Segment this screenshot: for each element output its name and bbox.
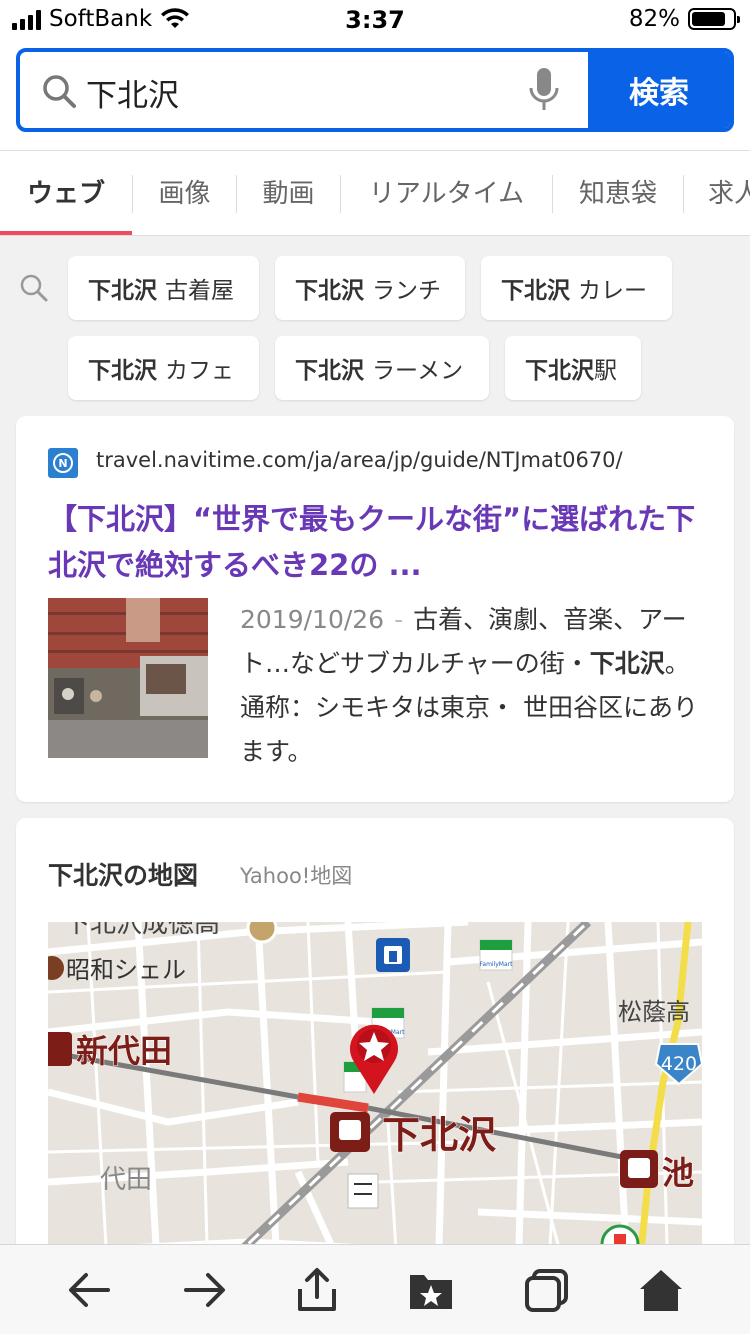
map-label-daita: 代田 xyxy=(100,1165,152,1195)
date-separator: - xyxy=(394,605,404,634)
svg-text:N: N xyxy=(58,457,67,470)
lawson-icon xyxy=(376,938,410,972)
map-source[interactable]: Yahoo!地図 xyxy=(240,860,352,890)
chip-keyword: 下北沢 xyxy=(88,358,157,384)
snippet-keyword: 下北沢 xyxy=(589,649,665,678)
map-label-school: 下北沢成徳高 xyxy=(64,922,220,939)
map-label-shimokitazawa: 下北沢 xyxy=(382,1113,496,1157)
active-tab-indicator xyxy=(0,231,132,235)
familymart-icon: FamilyMart xyxy=(479,939,514,971)
forward-icon[interactable] xyxy=(180,1265,230,1315)
map-label-shell: 昭和シェル xyxy=(66,956,186,984)
chip-keyword: 下北沢 xyxy=(501,278,570,304)
search-button[interactable]: 検索 xyxy=(588,52,730,128)
chip-text: ランチ xyxy=(372,278,441,304)
result-title-link[interactable]: 【下北沢】“世界で最もクールな街”に選ばれた下北沢で絶対するべき22の ... xyxy=(48,496,718,588)
tab-video[interactable]: 動画 xyxy=(237,151,340,235)
map-label-ike: 池 xyxy=(662,1154,694,1192)
navitime-favicon: N xyxy=(48,448,78,478)
suggestion-chip[interactable]: 下北沢 カフェ xyxy=(68,336,259,400)
map-label-route: 420 xyxy=(661,1053,697,1075)
suggestion-chip[interactable]: 下北沢 ランチ xyxy=(275,256,465,320)
tab-jobs[interactable]: 求人 xyxy=(684,151,750,235)
home-icon[interactable] xyxy=(636,1265,686,1315)
search-box: 下北沢 検索 xyxy=(16,48,734,132)
tabs-icon[interactable] xyxy=(522,1265,572,1315)
search-tabs: ウェブ 画像 動画 リアルタイム 知恵袋 求人 xyxy=(0,150,750,236)
chip-text: 古着屋 xyxy=(165,278,234,304)
suggestion-chip[interactable]: 下北沢 カレー xyxy=(481,256,672,320)
chip-text: カレー xyxy=(578,278,647,304)
map-card: 下北沢の地図 Yahoo!地図 FamilyMart 下北沢成徳高 昭和シェル … xyxy=(16,818,734,1278)
map-label-shoin: 松蔭高 xyxy=(618,998,690,1026)
tab-chiebukuro[interactable]: 知恵袋 xyxy=(553,151,683,235)
search-icon xyxy=(43,75,76,108)
result-snippet: 2019/10/26- 古着、演劇、音楽、アート…などサブカルチャーの街・下北沢。… xyxy=(240,598,710,774)
chip-keyword: 下北沢 xyxy=(295,358,364,384)
chip-keyword: 下北沢 xyxy=(295,278,364,304)
chip-keyword: 下北沢 xyxy=(88,278,157,304)
bookmark-icon[interactable] xyxy=(406,1265,456,1315)
status-bar: SoftBank 3:37 82% xyxy=(0,0,750,44)
status-right: 82% xyxy=(628,6,740,32)
search-area: 下北沢 検索 xyxy=(0,44,750,150)
microphone-icon[interactable] xyxy=(526,66,562,116)
suggestion-chip[interactable]: 下北沢 ラーメン xyxy=(275,336,489,400)
chip-text: 駅 xyxy=(594,358,617,384)
battery-icon xyxy=(688,8,740,30)
search-result-card: N travel.navitime.com/ja/area/jp/guide/N… xyxy=(16,416,734,802)
chip-text: カフェ xyxy=(165,358,234,384)
chip-keyword: 下北沢 xyxy=(525,358,594,384)
share-icon[interactable] xyxy=(292,1265,342,1315)
back-icon[interactable] xyxy=(64,1265,114,1315)
chip-text: ラーメン xyxy=(372,358,464,384)
battery-percent: 82% xyxy=(628,6,680,32)
bottom-toolbar xyxy=(0,1244,750,1334)
suggestion-chip[interactable]: 下北沢 古着屋 xyxy=(68,256,259,320)
tab-web[interactable]: ウェブ xyxy=(0,151,132,235)
result-thumbnail[interactable] xyxy=(48,598,208,758)
map-title: 下北沢の地図 xyxy=(48,861,199,890)
suggestion-chip[interactable]: 下北沢駅 xyxy=(505,336,641,400)
map-label-shindaita: 新代田 xyxy=(76,1032,172,1070)
result-url[interactable]: travel.navitime.com/ja/area/jp/guide/NTJ… xyxy=(96,448,623,472)
svg-text:FamilyMart: FamilyMart xyxy=(480,961,514,968)
search-input[interactable]: 下北沢 xyxy=(86,70,179,115)
suggestion-search-icon xyxy=(20,274,48,302)
tab-images[interactable]: 画像 xyxy=(133,151,236,235)
tab-realtime[interactable]: リアルタイム xyxy=(341,151,552,235)
result-date: 2019/10/26 xyxy=(240,605,385,634)
map-view[interactable]: FamilyMart FamilyMart 下北沢成徳高 昭和シェ xyxy=(48,922,702,1278)
